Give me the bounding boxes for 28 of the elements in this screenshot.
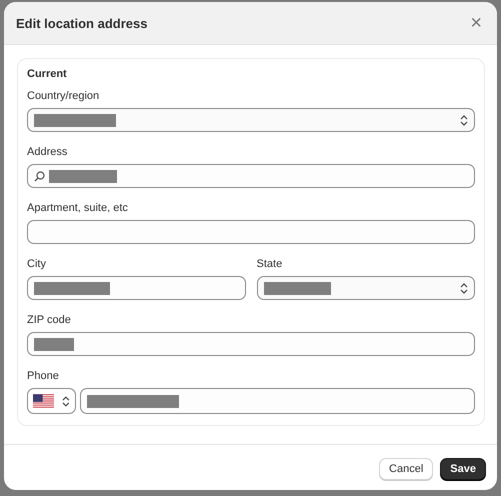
save-button[interactable]: Save	[440, 458, 486, 480]
chevron-updown-icon	[460, 282, 468, 294]
input-field[interactable]	[27, 276, 246, 300]
field-label: Address	[27, 146, 68, 158]
search-icon	[34, 170, 45, 182]
field-label: Apartment, suite, etc	[27, 202, 129, 214]
country-code-select[interactable]	[27, 388, 76, 414]
redaction-bar	[49, 170, 117, 182]
field-label: State	[256, 258, 284, 270]
phone-field[interactable]	[80, 388, 475, 414]
chevron-updown-icon	[460, 114, 468, 126]
select-field[interactable]	[256, 276, 475, 300]
redaction-bar	[264, 282, 330, 294]
input-field[interactable]	[27, 220, 475, 244]
cancel-button[interactable]: Cancel	[379, 458, 434, 480]
dialog-title: Edit location address	[16, 16, 148, 30]
input-field[interactable]	[27, 164, 475, 188]
flag-icon	[33, 394, 54, 408]
field-label: ZIP code	[27, 314, 72, 326]
select-field[interactable]	[27, 108, 475, 132]
close-button[interactable]: ×	[466, 13, 486, 33]
field-label: Phone	[27, 370, 60, 382]
chevron-updown-icon	[62, 394, 70, 408]
field-label: City	[27, 258, 47, 270]
input-field[interactable]	[27, 332, 475, 356]
field-label: Country/region	[27, 90, 100, 102]
redaction-bar	[34, 338, 74, 350]
section-heading: Current	[27, 68, 68, 80]
